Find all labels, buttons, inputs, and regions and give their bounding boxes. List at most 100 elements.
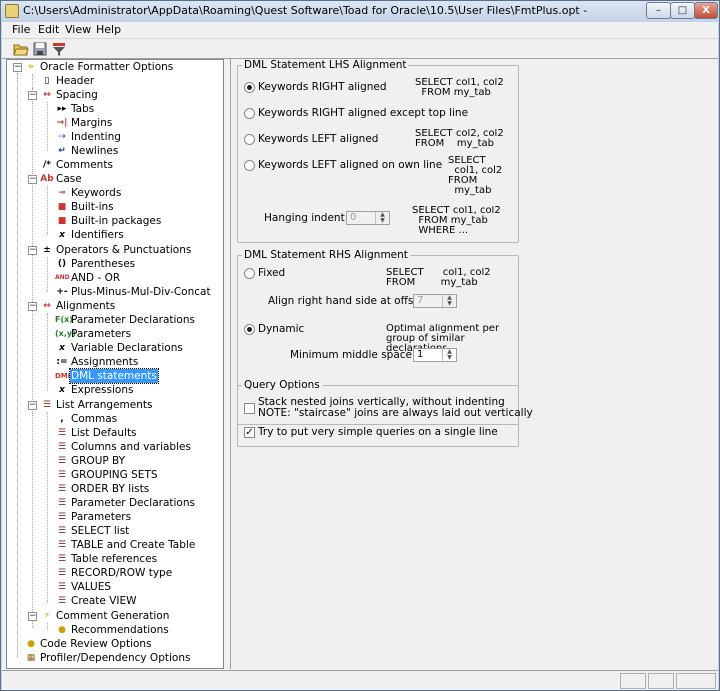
list-icon: ☰	[42, 400, 52, 410]
lhs-group-title: DML Statement LHS Alignment	[242, 59, 409, 71]
close-button[interactable]: X	[694, 2, 718, 19]
lhs-left-aligned-radio[interactable]	[244, 134, 255, 145]
maximize-button[interactable]: □	[670, 2, 695, 19]
operators-expander[interactable]: −	[28, 246, 37, 255]
alignments-icon: ↔	[43, 301, 51, 311]
page-icon: ▯	[44, 76, 50, 86]
menu-view[interactable]: View	[65, 23, 91, 36]
app-window: C:\Users\Administrator\AppData\Roaming\Q…	[0, 0, 720, 691]
dml-icon: DML	[55, 372, 73, 380]
menu-edit[interactable]: Edit	[38, 23, 59, 36]
query-group-title: Query Options	[242, 379, 322, 391]
minimize-button[interactable]: –	[646, 2, 671, 19]
root-expander[interactable]: −	[13, 63, 22, 72]
list-icon: ☰	[57, 568, 67, 578]
and-or-icon: AND	[55, 274, 70, 281]
spinner-arrows-icon[interactable]: ▲ ▼	[442, 349, 456, 361]
lhs-left-own-line-label: Keywords LEFT aligned on own line	[258, 159, 443, 171]
case-icon: Ab	[40, 174, 54, 184]
arithmetic-icon: +-	[56, 287, 68, 297]
function-icon: F(x)	[55, 315, 73, 324]
options-panel: DML Statement LHS Alignment Keywords RIG…	[230, 59, 717, 669]
rhs-dynamic-label: Dynamic	[258, 323, 305, 335]
list-icon: ☰	[57, 526, 67, 536]
identifier-icon: x	[59, 230, 65, 240]
list-icon: ☰	[57, 470, 67, 480]
expression-icon: x	[59, 385, 65, 395]
lhs-right-except-top-radio[interactable]	[244, 108, 255, 119]
rhs-fixed-label: Fixed	[258, 267, 286, 279]
key-icon: ⊸	[58, 188, 66, 198]
hanging-indent-label: Hanging indent:	[264, 212, 349, 224]
lhs-left-own-line-radio[interactable]	[244, 160, 255, 171]
comma-icon: ,	[60, 414, 64, 424]
stack-joins-checkbox[interactable]	[244, 403, 255, 414]
lhs-left-own-line-sample: SELECT col1, col2 FROM my_tab	[448, 156, 503, 196]
formatter-icon: »	[28, 62, 34, 72]
list-icon: ☰	[57, 456, 67, 466]
list-icon: ☰	[57, 512, 67, 522]
lhs-left-aligned-label: Keywords LEFT aligned	[258, 133, 379, 145]
list-icon: ☰	[57, 442, 67, 452]
list-icon: ☰	[57, 428, 67, 438]
lhs-right-aligned-sample: SELECT col1, col2 FROM my_tab	[415, 78, 504, 98]
lhs-right-except-top-label: Keywords RIGHT aligned except top line	[258, 107, 469, 119]
staircase-note: NOTE: "staircase" joins are always laid …	[258, 407, 533, 419]
query-options-group: Query Options Stack nested joins vertica…	[237, 379, 533, 447]
assign-icon: :=	[56, 357, 68, 367]
rhs-group-title: DML Statement RHS Alignment	[242, 249, 410, 261]
comment-generation-expander[interactable]: −	[28, 612, 37, 621]
simple-queries-checkbox[interactable]: ✓	[244, 427, 255, 438]
spinner-arrows-icon[interactable]: ▲ ▼	[375, 212, 389, 224]
lhs-left-aligned-sample: SELECT col2, col2 FROM my_tab	[415, 129, 504, 149]
hanging-indent-spinner[interactable]: 0 ▲ ▼	[346, 211, 390, 225]
toolbar	[2, 38, 718, 59]
comment-icon: /*	[43, 160, 51, 170]
offset-spinner[interactable]: 7 ▲ ▼	[413, 294, 457, 308]
spinner-arrows-icon[interactable]: ▲ ▼	[442, 295, 456, 307]
lightbulb-icon: ●	[27, 639, 35, 649]
save-icon[interactable]	[32, 41, 48, 57]
filter-icon[interactable]	[51, 41, 67, 57]
lhs-right-aligned-radio[interactable]	[244, 82, 255, 93]
list-icon: ☰	[57, 582, 67, 592]
list-icon: ☰	[57, 554, 67, 564]
simple-queries-label: Try to put very simple queries on a sing…	[258, 426, 498, 438]
case-expander[interactable]: −	[28, 175, 37, 184]
rhs-fixed-sample: SELECT col1, col2 FROM my_tab	[386, 268, 491, 288]
grid-icon: ▦	[26, 653, 36, 663]
rhs-fixed-radio[interactable]	[244, 268, 255, 279]
status-cell	[648, 673, 674, 689]
min-space-spinner[interactable]: 1 ▲ ▼	[413, 348, 457, 362]
spacing-expander[interactable]: −	[28, 91, 37, 100]
alignments-expander[interactable]: −	[28, 302, 37, 311]
min-space-label: Minimum middle space:	[290, 349, 416, 361]
lhs-right-aligned-label: Keywords RIGHT aligned	[258, 81, 387, 93]
list-icon: ☰	[57, 540, 67, 550]
spacing-icon: ↔	[43, 90, 51, 100]
newline-icon: ↵	[58, 146, 66, 156]
lightning-icon: ⚡	[43, 611, 51, 621]
list-icon: ☰	[57, 596, 67, 606]
indent-icon: ⇢	[58, 132, 66, 142]
app-icon	[5, 4, 19, 18]
package-icon: ■	[57, 216, 67, 226]
list-arrangements-expander[interactable]: −	[28, 401, 37, 410]
status-cell	[676, 673, 716, 689]
rhs-dynamic-radio[interactable]	[244, 324, 255, 335]
tabs-icon: ▸▸	[57, 104, 67, 114]
list-icon: ☰	[57, 484, 67, 494]
status-cell	[620, 673, 646, 689]
parameters-icon: (x,y)	[55, 329, 76, 338]
lhs-alignment-group: DML Statement LHS Alignment Keywords RIG…	[237, 59, 519, 243]
builtin-icon: ■	[57, 202, 67, 212]
open-icon[interactable]	[13, 41, 29, 57]
menu-file[interactable]: File	[12, 23, 30, 36]
main-content: − − − − − − − » Oracle Formatter Options …	[2, 59, 718, 670]
variable-icon: x	[59, 343, 65, 353]
parentheses-icon: ()	[57, 259, 67, 269]
operators-icon: ±	[43, 245, 51, 255]
title-bar[interactable]: C:\Users\Administrator\AppData\Roaming\Q…	[1, 1, 719, 22]
options-tree[interactable]: − − − − − − − » Oracle Formatter Options …	[6, 59, 224, 669]
menu-help[interactable]: Help	[96, 23, 121, 36]
